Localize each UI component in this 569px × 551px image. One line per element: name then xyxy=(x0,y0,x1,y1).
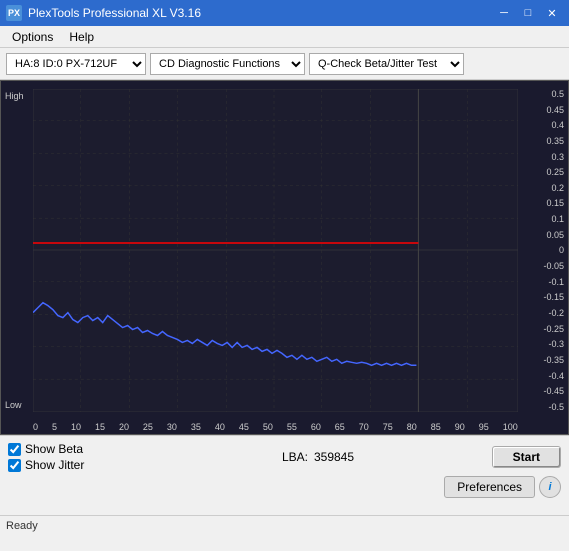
chart-x-labels: 0 5 10 15 20 25 30 35 40 45 50 55 60 65 … xyxy=(33,422,518,432)
bottom-panel: Show Beta Show Jitter LBA: 359845 Start … xyxy=(0,435,569,515)
preferences-button[interactable]: Preferences xyxy=(444,476,535,498)
menu-help[interactable]: Help xyxy=(61,29,102,45)
checkboxes-group: Show Beta Show Jitter xyxy=(8,442,84,472)
show-beta-check[interactable]: Show Beta xyxy=(8,442,84,456)
toolbar: HA:8 ID:0 PX-712UF CD Diagnostic Functio… xyxy=(0,48,569,80)
chart-y-labels: 0.5 0.45 0.4 0.35 0.3 0.25 0.2 0.15 0.1 … xyxy=(520,89,564,412)
test-select[interactable]: Q-Check Beta/Jitter Test xyxy=(309,53,464,75)
window-title: PlexTools Professional XL V3.16 xyxy=(28,6,201,20)
close-button[interactable]: ✕ xyxy=(541,4,563,22)
title-bar: PX PlexTools Professional XL V3.16 ─ □ ✕ xyxy=(0,0,569,26)
show-jitter-label: Show Jitter xyxy=(25,458,84,472)
show-beta-checkbox[interactable] xyxy=(8,443,21,456)
show-jitter-check[interactable]: Show Jitter xyxy=(8,458,84,472)
show-jitter-checkbox[interactable] xyxy=(8,459,21,472)
chart-label-high: High xyxy=(5,91,24,101)
maximize-button[interactable]: □ xyxy=(517,4,539,22)
chart-plot-area xyxy=(33,89,518,412)
menu-options[interactable]: Options xyxy=(4,29,61,45)
status-bar: Ready xyxy=(0,515,569,535)
lba-label: LBA: xyxy=(282,450,308,464)
info-button[interactable]: i xyxy=(539,476,561,498)
lba-section: LBA: 359845 xyxy=(282,450,354,464)
minimize-button[interactable]: ─ xyxy=(493,4,515,22)
chart-svg xyxy=(33,89,518,412)
menu-bar: Options Help xyxy=(0,26,569,48)
status-text: Ready xyxy=(6,520,38,532)
app-icon: PX xyxy=(6,5,22,21)
show-beta-label: Show Beta xyxy=(25,442,83,456)
device-select[interactable]: HA:8 ID:0 PX-712UF xyxy=(6,53,146,75)
function-select[interactable]: CD Diagnostic Functions xyxy=(150,53,305,75)
chart-container: High Low xyxy=(0,80,569,435)
start-button[interactable]: Start xyxy=(492,446,561,468)
chart-label-low: Low xyxy=(5,400,22,410)
lba-value: 359845 xyxy=(314,450,354,464)
